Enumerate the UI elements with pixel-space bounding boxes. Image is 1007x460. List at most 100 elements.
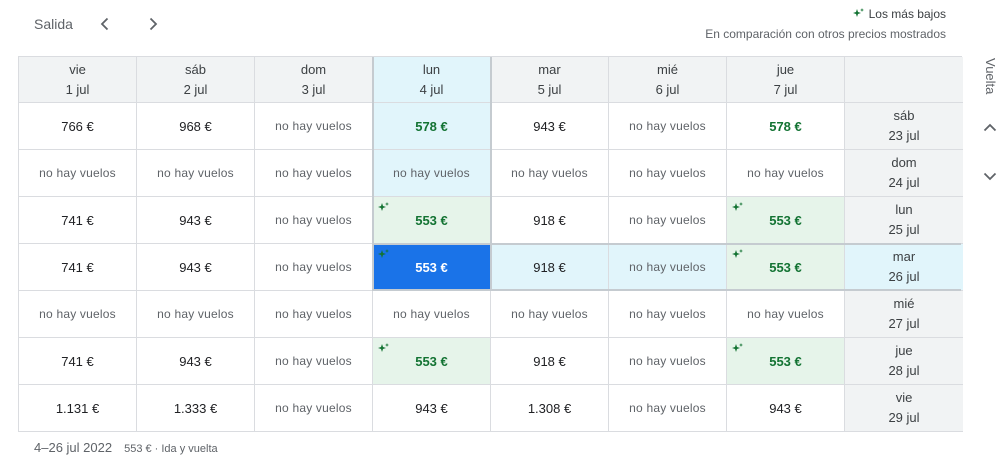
price-value: no hay vuelos	[747, 307, 824, 321]
sparkle-icon	[732, 202, 743, 211]
price-cell[interactable]: 553 €	[727, 197, 845, 244]
price-value: no hay vuelos	[275, 166, 352, 180]
row-date: 24 jul	[888, 175, 920, 190]
price-cell[interactable]: 918 €	[491, 244, 609, 291]
price-value: 553 €	[415, 353, 448, 369]
price-cell[interactable]: no hay vuelos	[255, 150, 373, 197]
price-value: no hay vuelos	[629, 307, 706, 321]
price-cell[interactable]: 943 €	[137, 338, 255, 385]
scroll-up-button[interactable]	[978, 116, 1002, 140]
price-cell[interactable]: 943 €	[137, 244, 255, 291]
price-cell[interactable]: 968 €	[137, 103, 255, 150]
row-day: sáb	[893, 108, 915, 123]
price-cell[interactable]: no hay vuelos	[255, 291, 373, 338]
price-cell[interactable]: no hay vuelos	[255, 338, 373, 385]
header-date: 3 jul	[301, 81, 326, 97]
price-cell[interactable]: no hay vuelos	[491, 291, 609, 338]
price-value: 553 €	[769, 212, 802, 228]
header-day: dom	[300, 61, 327, 77]
price-cell[interactable]: no hay vuelos	[19, 291, 137, 338]
price-cell[interactable]: 741 €	[19, 338, 137, 385]
price-cell[interactable]: no hay vuelos	[609, 338, 727, 385]
departure-date-header: mar 5 jul	[491, 57, 609, 103]
price-cell[interactable]: no hay vuelos	[609, 103, 727, 150]
sparkle-icon	[732, 249, 743, 258]
price-value: no hay vuelos	[511, 166, 588, 180]
price-value: 943 €	[769, 400, 802, 416]
price-cell[interactable]: 943 €	[727, 385, 845, 432]
row-day: lun	[895, 202, 913, 217]
price-cell[interactable]: 553 €	[373, 197, 491, 244]
price-cell[interactable]: 553 €	[373, 338, 491, 385]
price-cell[interactable]: no hay vuelos	[19, 150, 137, 197]
price-cell[interactable]: 943 €	[491, 103, 609, 150]
price-cell[interactable]: 943 €	[373, 385, 491, 432]
price-cell[interactable]: 1.308 €	[491, 385, 609, 432]
price-cell[interactable]: no hay vuelos	[373, 291, 491, 338]
price-cell[interactable]: no hay vuelos	[727, 291, 845, 338]
header-day: sáb	[185, 61, 206, 77]
price-cell[interactable]: no hay vuelos	[609, 150, 727, 197]
price-value: no hay vuelos	[511, 307, 588, 321]
price-cell[interactable]: 553 €	[373, 244, 491, 291]
price-value: no hay vuelos	[629, 354, 706, 368]
price-cell[interactable]: no hay vuelos	[137, 291, 255, 338]
row-date: 29 jul	[888, 410, 920, 425]
departure-label: Salida	[34, 16, 73, 32]
price-cell[interactable]: 918 €	[491, 197, 609, 244]
price-cell[interactable]: 741 €	[19, 244, 137, 291]
price-cell[interactable]: no hay vuelos	[609, 197, 727, 244]
price-value: no hay vuelos	[393, 166, 470, 180]
price-cell[interactable]: 1.131 €	[19, 385, 137, 432]
price-cell[interactable]: no hay vuelos	[609, 385, 727, 432]
price-value: 1.131 €	[55, 400, 100, 416]
price-cell[interactable]: 578 €	[727, 103, 845, 150]
price-cell[interactable]: 741 €	[19, 197, 137, 244]
price-value: 968 €	[179, 118, 212, 134]
price-value: no hay vuelos	[157, 307, 234, 321]
price-cell[interactable]: no hay vuelos	[255, 244, 373, 291]
return-date-label: sáb 23 jul	[845, 103, 963, 150]
price-value: no hay vuelos	[629, 119, 706, 133]
previous-dates-button[interactable]	[91, 10, 119, 38]
price-value: 741 €	[61, 259, 94, 275]
price-value: no hay vuelos	[629, 260, 706, 274]
price-value: 918 €	[533, 353, 566, 369]
price-value: 943 €	[533, 118, 566, 134]
return-date-label: dom 24 jul	[845, 150, 963, 197]
price-cell[interactable]: 553 €	[727, 338, 845, 385]
price-cell[interactable]: no hay vuelos	[491, 150, 609, 197]
price-cell[interactable]: 1.333 €	[137, 385, 255, 432]
selection-summary: 4–26 jul 2022 553 € · Ida y vuelta	[34, 440, 218, 455]
legend-subtitle: En comparación con otros precios mostrad…	[705, 27, 946, 41]
corner-cell	[845, 57, 963, 103]
price-cell[interactable]: 553 €	[727, 244, 845, 291]
price-grid: vie 1 jul sáb 2 jul dom 3 jul lun 4 jul mar 5 jul…	[18, 56, 963, 432]
price-value: 553 €	[415, 212, 448, 228]
price-cell[interactable]: no hay vuelos	[373, 150, 491, 197]
legend-title: Los más bajos	[868, 7, 946, 21]
price-value: no hay vuelos	[39, 307, 116, 321]
price-cell[interactable]: no hay vuelos	[609, 244, 727, 291]
header-date: 5 jul	[537, 81, 562, 97]
price-cell[interactable]: no hay vuelos	[255, 103, 373, 150]
price-cell[interactable]: no hay vuelos	[609, 291, 727, 338]
price-value: 918 €	[533, 259, 566, 275]
price-cell[interactable]: no hay vuelos	[137, 150, 255, 197]
sparkle-icon	[378, 343, 389, 352]
row-day: vie	[895, 390, 913, 405]
price-cell[interactable]: 918 €	[491, 338, 609, 385]
scroll-down-button[interactable]	[978, 164, 1002, 188]
departure-date-header: sáb 2 jul	[137, 57, 255, 103]
price-cell[interactable]: no hay vuelos	[255, 385, 373, 432]
next-dates-button[interactable]	[139, 10, 167, 38]
price-cell[interactable]: 766 €	[19, 103, 137, 150]
header-day: jue	[776, 61, 795, 77]
row-day: mié	[893, 296, 915, 311]
price-cell[interactable]: no hay vuelos	[255, 197, 373, 244]
price-cell[interactable]: 578 €	[373, 103, 491, 150]
price-cell[interactable]: 943 €	[137, 197, 255, 244]
price-cell[interactable]: no hay vuelos	[727, 150, 845, 197]
selected-price-summary: 553 € · Ida y vuelta	[124, 443, 218, 455]
price-value: 578 €	[415, 118, 448, 134]
